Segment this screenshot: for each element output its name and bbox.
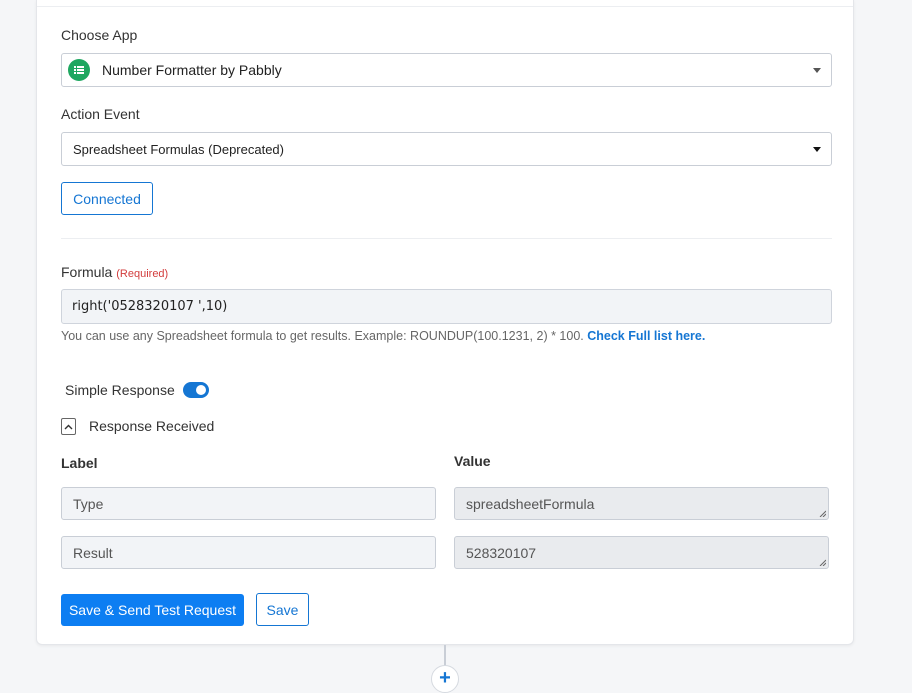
section-divider (61, 238, 832, 239)
check-full-list-link[interactable]: Check Full list here. (587, 329, 705, 343)
response-received-label: Response Received (89, 418, 215, 434)
toggle-knob (196, 385, 206, 395)
response-value-text: 528320107 (466, 544, 537, 561)
connected-button[interactable]: Connected (61, 182, 153, 215)
choose-app-value: Number Formatter by Pabbly (102, 62, 282, 78)
resize-handle-icon[interactable] (819, 559, 826, 566)
action-step-card: Choose App Number Formatter by Pabbly Ac… (36, 0, 854, 645)
response-label-field[interactable]: Type (61, 487, 436, 520)
required-tag: (Required) (116, 268, 169, 280)
formula-help-text: You can use any Spreadsheet formula to g… (61, 329, 584, 343)
plus-icon: + (439, 667, 451, 689)
chevron-down-icon (813, 68, 821, 73)
choose-app-select[interactable]: Number Formatter by Pabbly (61, 53, 832, 87)
resize-handle-icon[interactable] (819, 510, 826, 517)
formula-help: You can use any Spreadsheet formula to g… (61, 329, 705, 343)
add-step-button[interactable]: + (431, 665, 459, 693)
chevron-up-icon (64, 424, 73, 429)
response-value-field[interactable]: spreadsheetFormula (454, 487, 829, 520)
step-connector-line (444, 645, 446, 667)
simple-response-label: Simple Response (65, 382, 175, 398)
collapse-response-button[interactable] (61, 418, 76, 435)
card-divider-top (37, 6, 853, 7)
list-formatter-icon (68, 59, 90, 81)
formula-label: Formula (Required) (61, 264, 168, 280)
label-column-header: Label (61, 455, 98, 471)
response-value-field[interactable]: 528320107 (454, 536, 829, 569)
formula-label-text: Formula (61, 264, 113, 280)
save-button[interactable]: Save (256, 593, 309, 626)
chevron-down-icon (813, 147, 821, 152)
save-and-send-test-button[interactable]: Save & Send Test Request (61, 594, 244, 626)
choose-app-label: Choose App (61, 27, 138, 43)
simple-response-toggle[interactable] (183, 382, 209, 398)
value-column-header: Value (454, 453, 491, 469)
action-event-label: Action Event (61, 106, 140, 122)
formula-input[interactable]: right('0528320107 ',10) (61, 289, 832, 324)
response-value-text: spreadsheetFormula (466, 495, 595, 512)
response-label-field[interactable]: Result (61, 536, 436, 569)
action-event-select[interactable]: Spreadsheet Formulas (Deprecated) (61, 132, 832, 166)
action-event-value: Spreadsheet Formulas (Deprecated) (73, 141, 284, 157)
